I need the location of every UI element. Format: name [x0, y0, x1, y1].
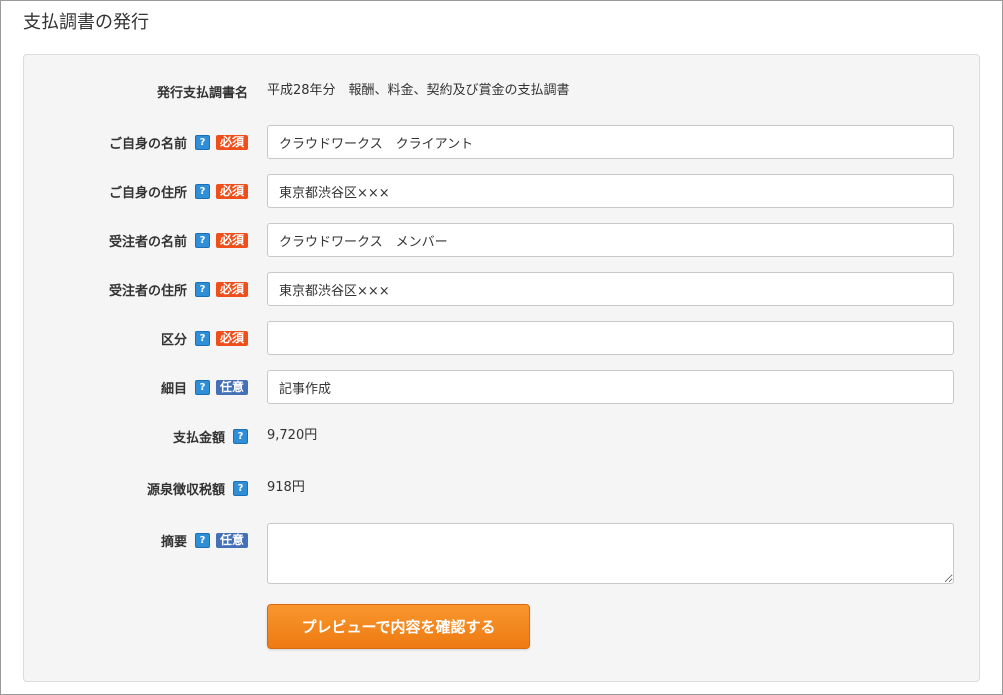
- label-cell: 支払金額 ?: [173, 419, 248, 453]
- required-badge: 必須: [215, 232, 248, 248]
- contractor-name-label: 受注者の名前: [108, 234, 187, 250]
- details-label: 細目: [160, 381, 187, 397]
- help-icon[interactable]: ?: [233, 428, 248, 444]
- client-address-label: ご自身の住所: [108, 185, 187, 201]
- category-label: 区分: [160, 332, 187, 348]
- page-title: 支払調書の発行: [23, 12, 149, 33]
- preview-submit-button[interactable]: プレビューで内容を確認する: [267, 604, 530, 649]
- document-name-label: 発行支払調書名: [156, 85, 248, 101]
- document-name-value: 平成28年分 報酬、料金、契約及び賞金の支払調書: [267, 83, 570, 98]
- help-icon[interactable]: ?: [194, 379, 210, 395]
- label-cell: 発行支払調書名: [157, 74, 248, 108]
- payment-amount-label: 支払金額: [172, 430, 225, 446]
- withholding-tax-label: 源泉徴収税額: [146, 482, 225, 498]
- window-frame: 支払調書の発行 発行支払調書名 平成28年分 報酬、料金、契約及び賞金の支払調書…: [0, 0, 1003, 695]
- label-cell: 細目 ? 任意: [161, 370, 248, 404]
- help-icon[interactable]: ?: [194, 281, 210, 297]
- label-cell: 摘要 ? 任意: [161, 523, 248, 557]
- withholding-tax-value: 918円: [267, 480, 305, 495]
- required-badge: 必須: [215, 134, 248, 150]
- label-cell: ご自身の住所 ? 必須: [109, 174, 248, 208]
- help-icon[interactable]: ?: [194, 134, 210, 150]
- help-icon[interactable]: ?: [194, 330, 210, 346]
- summary-textarea[interactable]: [267, 523, 954, 584]
- required-badge: 必須: [215, 281, 248, 297]
- required-badge: 必須: [215, 330, 248, 346]
- label-cell: 受注者の名前 ? 必須: [109, 223, 248, 257]
- contractor-address-input[interactable]: [267, 272, 954, 306]
- help-icon[interactable]: ?: [194, 532, 210, 548]
- details-input[interactable]: [267, 370, 954, 404]
- label-cell: 受注者の住所 ? 必須: [109, 272, 248, 306]
- optional-badge: 任意: [215, 379, 248, 395]
- label-cell: ご自身の名前 ? 必須: [109, 125, 248, 159]
- contractor-address-label: 受注者の住所: [108, 283, 187, 299]
- summary-label: 摘要: [160, 534, 187, 550]
- client-address-input[interactable]: [267, 174, 954, 208]
- client-name-input[interactable]: [267, 125, 954, 159]
- help-icon[interactable]: ?: [194, 232, 210, 248]
- contractor-name-input[interactable]: [267, 223, 954, 257]
- help-icon[interactable]: ?: [233, 480, 248, 496]
- optional-badge: 任意: [215, 532, 248, 548]
- required-badge: 必須: [215, 183, 248, 199]
- form-panel: 発行支払調書名 平成28年分 報酬、料金、契約及び賞金の支払調書 ご自身の名前 …: [23, 54, 980, 682]
- label-cell: 区分 ? 必須: [161, 321, 248, 355]
- client-name-label: ご自身の名前: [108, 136, 187, 152]
- label-cell: 源泉徴収税額 ?: [147, 471, 248, 505]
- payment-amount-value: 9,720円: [267, 428, 318, 443]
- help-icon[interactable]: ?: [194, 183, 210, 199]
- category-input[interactable]: [267, 321, 954, 355]
